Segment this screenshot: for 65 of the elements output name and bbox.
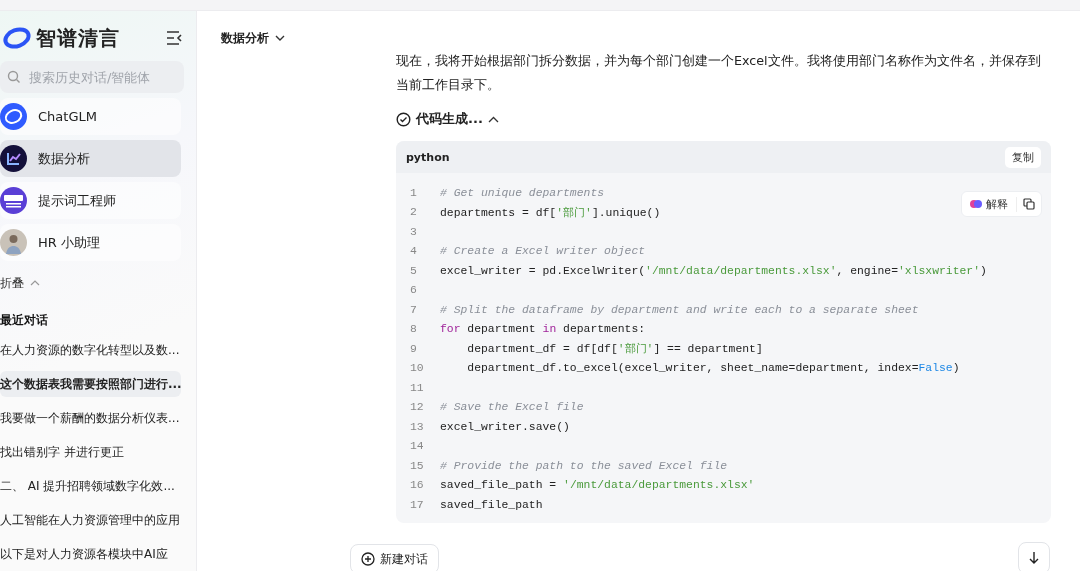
code-line: # Get unique departments [440, 186, 605, 199]
code-line: # Save the Excel file [440, 401, 584, 414]
code-line: department_df.to_excel(excel_writer, sheet_name=department, index=False) [466, 362, 960, 375]
message-paragraph: 现在，我将开始根据部门拆分数据，并为每个部门创建一个Excel文件。我将使用部门名称作为文件名，并保存到当前工作目录下。 [396, 52, 1042, 94]
agent-item[interactable]: 数据分析 [0, 140, 181, 177]
code-language: python [406, 150, 450, 164]
line-number: 16 [409, 479, 425, 492]
line-number: 15 [409, 459, 425, 472]
code-line: excel_writer = pd.ExcelWriter('/mnt/data/departments.xlsx', engine='xlsxwriter') [440, 264, 987, 277]
search-field[interactable]: 搜索历史对话/智能体 [0, 61, 184, 93]
conversation-item[interactable]: 我要做一个薪酬的数据分析仪表... [0, 405, 181, 431]
line-number: 7 [409, 303, 418, 316]
code-line: for department in departments: [440, 323, 646, 336]
search-input[interactable]: 搜索历史对话/智能体 [27, 68, 171, 86]
arrow-down-icon [1028, 551, 1040, 565]
line-number: 13 [409, 420, 425, 433]
line-number: 11 [409, 381, 425, 394]
person-avatar-icon [0, 229, 27, 256]
scroll-down-button[interactable] [1018, 542, 1050, 571]
conversation-item[interactable]: 二、 AI 提升招聘领域数字化效... [0, 473, 181, 499]
line-number: 3 [409, 225, 418, 238]
line-number: 14 [409, 440, 425, 453]
conversation-item[interactable]: 以下是对人力资源各模块中AI应 [0, 541, 181, 567]
line-number: 6 [409, 284, 418, 297]
sidebar-collapse-icon[interactable] [166, 31, 182, 45]
agent-item[interactable]: HR 小助理 [0, 224, 181, 261]
recent-heading: 最近对话 [0, 312, 49, 329]
code-line: saved_file_path = '/mnt/data/departments.xlsx' [440, 479, 755, 492]
conversation-item[interactable]: 找出错别字 并进行更正 [0, 439, 181, 465]
line-number: 9 [409, 342, 418, 355]
code-status[interactable]: 代码生成... [416, 110, 483, 128]
line-number: 8 [409, 323, 418, 336]
line-number: 1 [409, 186, 418, 199]
code-line: saved_file_path [440, 498, 543, 511]
conversation-item[interactable]: 在人力资源的数字化转型以及数... [0, 337, 181, 363]
agent-title[interactable]: 数据分析 [221, 29, 269, 47]
code-line: # Create a Excel writer object [440, 245, 646, 258]
chevron-up-icon[interactable] [487, 115, 499, 123]
code-line: department_df = df[df['部门'] == department] [466, 342, 763, 357]
code-line: # Provide the path to the saved Excel file [440, 459, 728, 472]
line-number: 17 [409, 498, 425, 511]
code-line: departments = df['部门'].unique() [440, 205, 661, 220]
line-number: 4 [409, 245, 418, 258]
check-circle-icon [396, 111, 411, 127]
chart-icon [0, 145, 27, 172]
copy-button[interactable]: 复制 [1005, 146, 1041, 168]
line-number: 5 [409, 264, 418, 277]
prompt-card-icon [0, 187, 27, 214]
conversation-item[interactable]: 这个数据表我需要按照部门进行... [0, 371, 181, 397]
conversation-item[interactable]: 人工智能在人力资源管理中的应用 [0, 507, 181, 533]
plus-circle-icon [361, 552, 375, 566]
line-number: 2 [409, 206, 418, 219]
code-line: # Split the dataframe by department and write each to a separate sheet [440, 303, 919, 316]
new-chat-button[interactable]: 新建对话 [350, 544, 439, 571]
ring-logo-icon [0, 103, 27, 130]
chevron-down-icon[interactable] [275, 35, 285, 41]
ring-logo-icon [2, 26, 32, 50]
code-line: excel_writer.save() [440, 420, 570, 433]
agent-item[interactable]: ChatGLM [0, 98, 181, 135]
app-logo-text: 智谱清言 [36, 24, 120, 52]
search-icon [7, 70, 21, 84]
line-number: 10 [409, 362, 425, 375]
line-number: 12 [409, 401, 425, 414]
agent-item[interactable]: 提示词工程师 [0, 182, 181, 219]
collapse-label[interactable]: 折叠 [0, 274, 24, 292]
